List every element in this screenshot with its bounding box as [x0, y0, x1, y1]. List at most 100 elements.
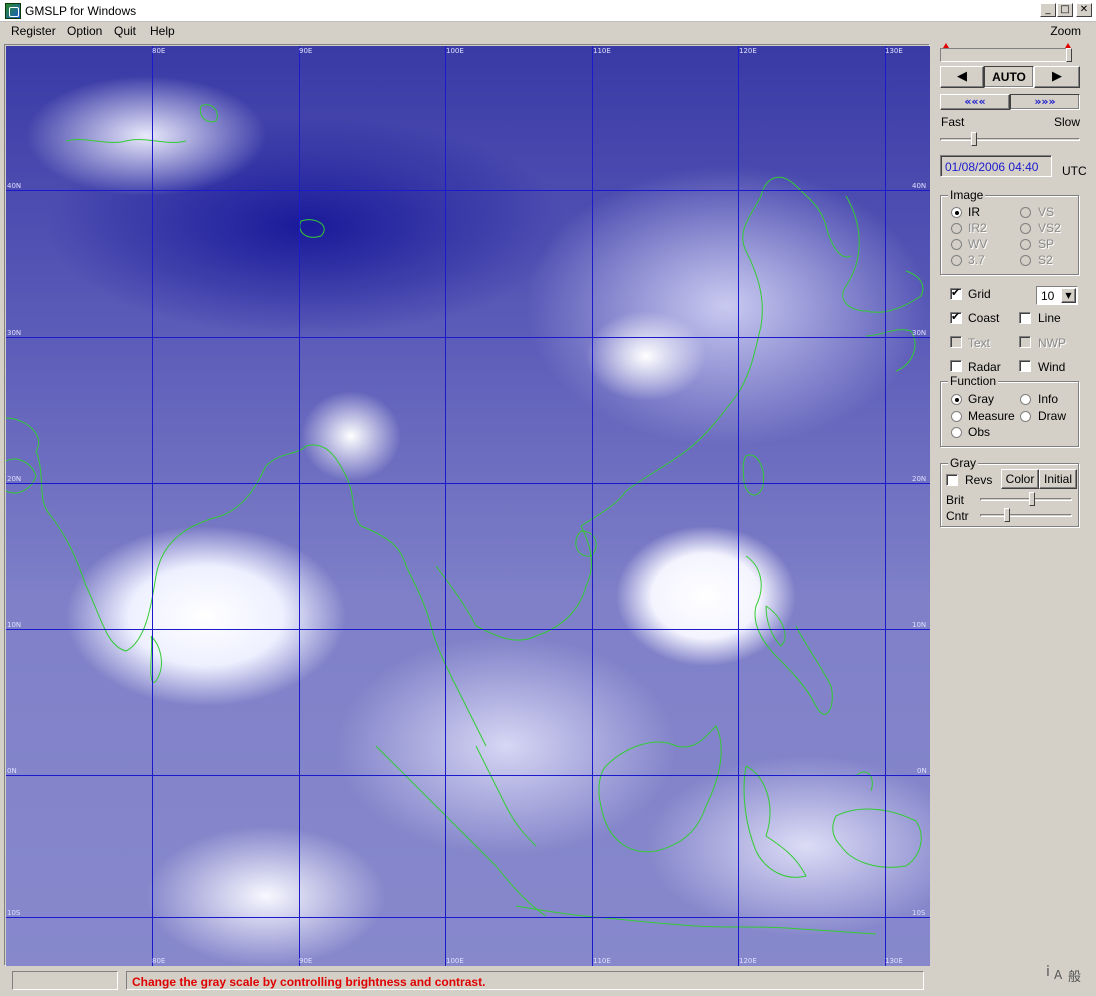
text-checkbox[interactable] [950, 336, 962, 348]
image-vs2-radio[interactable] [1020, 223, 1031, 234]
contrast-slider-thumb[interactable] [1004, 508, 1010, 522]
brightness-slider-thumb[interactable] [1029, 492, 1035, 506]
timezone-label: UTC [1062, 164, 1087, 178]
maximize-button[interactable]: □ [1057, 3, 1073, 17]
next-frame-button[interactable]: ▶ [1034, 66, 1080, 88]
auto-button[interactable]: AUTO [984, 66, 1034, 88]
start-marker-icon [943, 43, 949, 48]
menu-option[interactable]: Option [67, 24, 102, 38]
image-wv-label: WV [968, 237, 988, 251]
ime-input-icon: A [1054, 968, 1063, 982]
close-button[interactable]: ✕ [1076, 3, 1092, 17]
image-vs-label: VS [1038, 205, 1055, 219]
app-icon[interactable] [5, 3, 21, 19]
datetime-value: 01/08/2006 04:40 [945, 160, 1039, 174]
datetime-box: 01/08/2006 04:40 [940, 155, 1052, 177]
lat-label-right: 30N [912, 329, 927, 337]
image-ir2-radio[interactable] [951, 223, 962, 234]
image-ir-radio[interactable] [951, 207, 962, 218]
lat-label-right: 40N [912, 182, 927, 190]
grid-spacing-value: 10 [1041, 289, 1055, 303]
function-group-title: Function [948, 374, 999, 388]
radar-checkbox[interactable] [950, 360, 962, 372]
coast-checkbox[interactable]: ✔ [950, 310, 962, 324]
function-draw-radio[interactable] [1020, 411, 1031, 422]
status-message: Change the gray scale by controlling bri… [132, 975, 486, 989]
function-info-radio[interactable] [1020, 394, 1031, 405]
grid-checkbox[interactable]: ✔ [950, 286, 962, 300]
ime-indicator-text: 般 [1068, 970, 1082, 985]
function-info-label: Info [1038, 392, 1059, 406]
menu-bar: Register Option Quit Help Zoom [0, 22, 1096, 41]
lat-label-right: 20N [912, 475, 927, 483]
gridline-lon [592, 46, 593, 966]
image-sp-label: SP [1038, 237, 1055, 251]
menu-quit[interactable]: Quit [114, 24, 136, 38]
nwp-checkbox[interactable] [1019, 336, 1031, 348]
gridline-lat [6, 483, 930, 484]
image-37-radio[interactable] [951, 255, 962, 266]
lon-label-top: 80E [152, 47, 166, 55]
forward-button[interactable]: »»» [1010, 94, 1080, 110]
lon-label-top: 120E [739, 47, 757, 55]
grid-spacing-select[interactable]: 10 ▼ [1036, 286, 1078, 305]
lat-label-left: 10N [7, 621, 22, 629]
image-vs-radio[interactable] [1020, 207, 1031, 218]
menu-help[interactable]: Help [150, 24, 175, 38]
ime-indicator[interactable]: i A 般 [1044, 962, 1094, 992]
prev-frame-button[interactable]: ◀ [940, 66, 984, 88]
gridline-lat [6, 190, 930, 191]
color-button[interactable]: Color [1001, 469, 1039, 489]
wind-checkbox[interactable] [1019, 360, 1031, 372]
function-obs-radio[interactable] [951, 427, 962, 438]
lat-label-left: 30N [7, 329, 22, 337]
initial-button[interactable]: Initial [1039, 469, 1077, 489]
radar-label: Radar [968, 360, 1001, 374]
grid-label: Grid [968, 287, 991, 301]
title-bar: GMSLP for Windows _ □ ✕ [0, 0, 1096, 22]
control-panel: ◀ AUTO ▶ ««« »»» Fast Slow 01/08/2006 04… [934, 38, 1096, 968]
status-message-panel: Change the gray scale by controlling bri… [126, 971, 924, 990]
speed-slider-thumb[interactable] [971, 132, 977, 146]
frame-slider-thumb[interactable] [1066, 48, 1072, 62]
image-group-title: Image [948, 188, 986, 202]
image-vs2-label: VS2 [1038, 221, 1061, 235]
image-37-label: 3.7 [968, 253, 985, 267]
menu-register[interactable]: Register [11, 24, 56, 38]
gridline-lon [299, 46, 300, 966]
minimize-button[interactable]: _ [1040, 3, 1056, 17]
revs-label: Revs [965, 473, 993, 487]
speed-fast-label: Fast [941, 115, 965, 129]
rewind-button[interactable]: ««« [940, 94, 1010, 110]
gridline-lat [6, 775, 930, 776]
chevron-down-icon[interactable]: ▼ [1061, 288, 1076, 303]
image-sp-radio[interactable] [1020, 239, 1031, 250]
function-gray-radio[interactable] [951, 394, 962, 405]
revs-checkbox[interactable] [946, 474, 958, 486]
function-measure-radio[interactable] [951, 411, 962, 422]
line-checkbox[interactable] [1019, 312, 1031, 324]
lat-label-right: 10S [912, 909, 926, 917]
image-s2-radio[interactable] [1020, 255, 1031, 266]
frame-slider[interactable] [940, 43, 1072, 62]
lon-label-bottom: 110E [593, 957, 611, 965]
text-label: Text [968, 336, 991, 350]
function-obs-label: Obs [968, 425, 991, 439]
brightness-slider-track[interactable] [980, 498, 1072, 501]
function-measure-label: Measure [968, 409, 1015, 423]
contrast-slider-track[interactable] [980, 514, 1072, 517]
satellite-image[interactable]: 80E 90E 100E 110E 120E 130E 80E 90E 100E… [6, 46, 930, 966]
status-panel-left [12, 971, 118, 990]
gridline-lon [885, 46, 886, 966]
lat-label-left: 20N [7, 475, 22, 483]
lat-label-right: 0N [917, 767, 927, 775]
brit-label: Brit [946, 493, 964, 507]
menu-zoom[interactable]: Zoom [1050, 24, 1081, 38]
function-draw-label: Draw [1038, 409, 1067, 423]
lat-label-left: 10S [7, 909, 21, 917]
speed-slider-track[interactable] [940, 138, 1080, 141]
lon-label-bottom: 100E [446, 957, 464, 965]
image-ir-label: IR [968, 205, 980, 219]
image-wv-radio[interactable] [951, 239, 962, 250]
gridline-lat [6, 629, 930, 630]
